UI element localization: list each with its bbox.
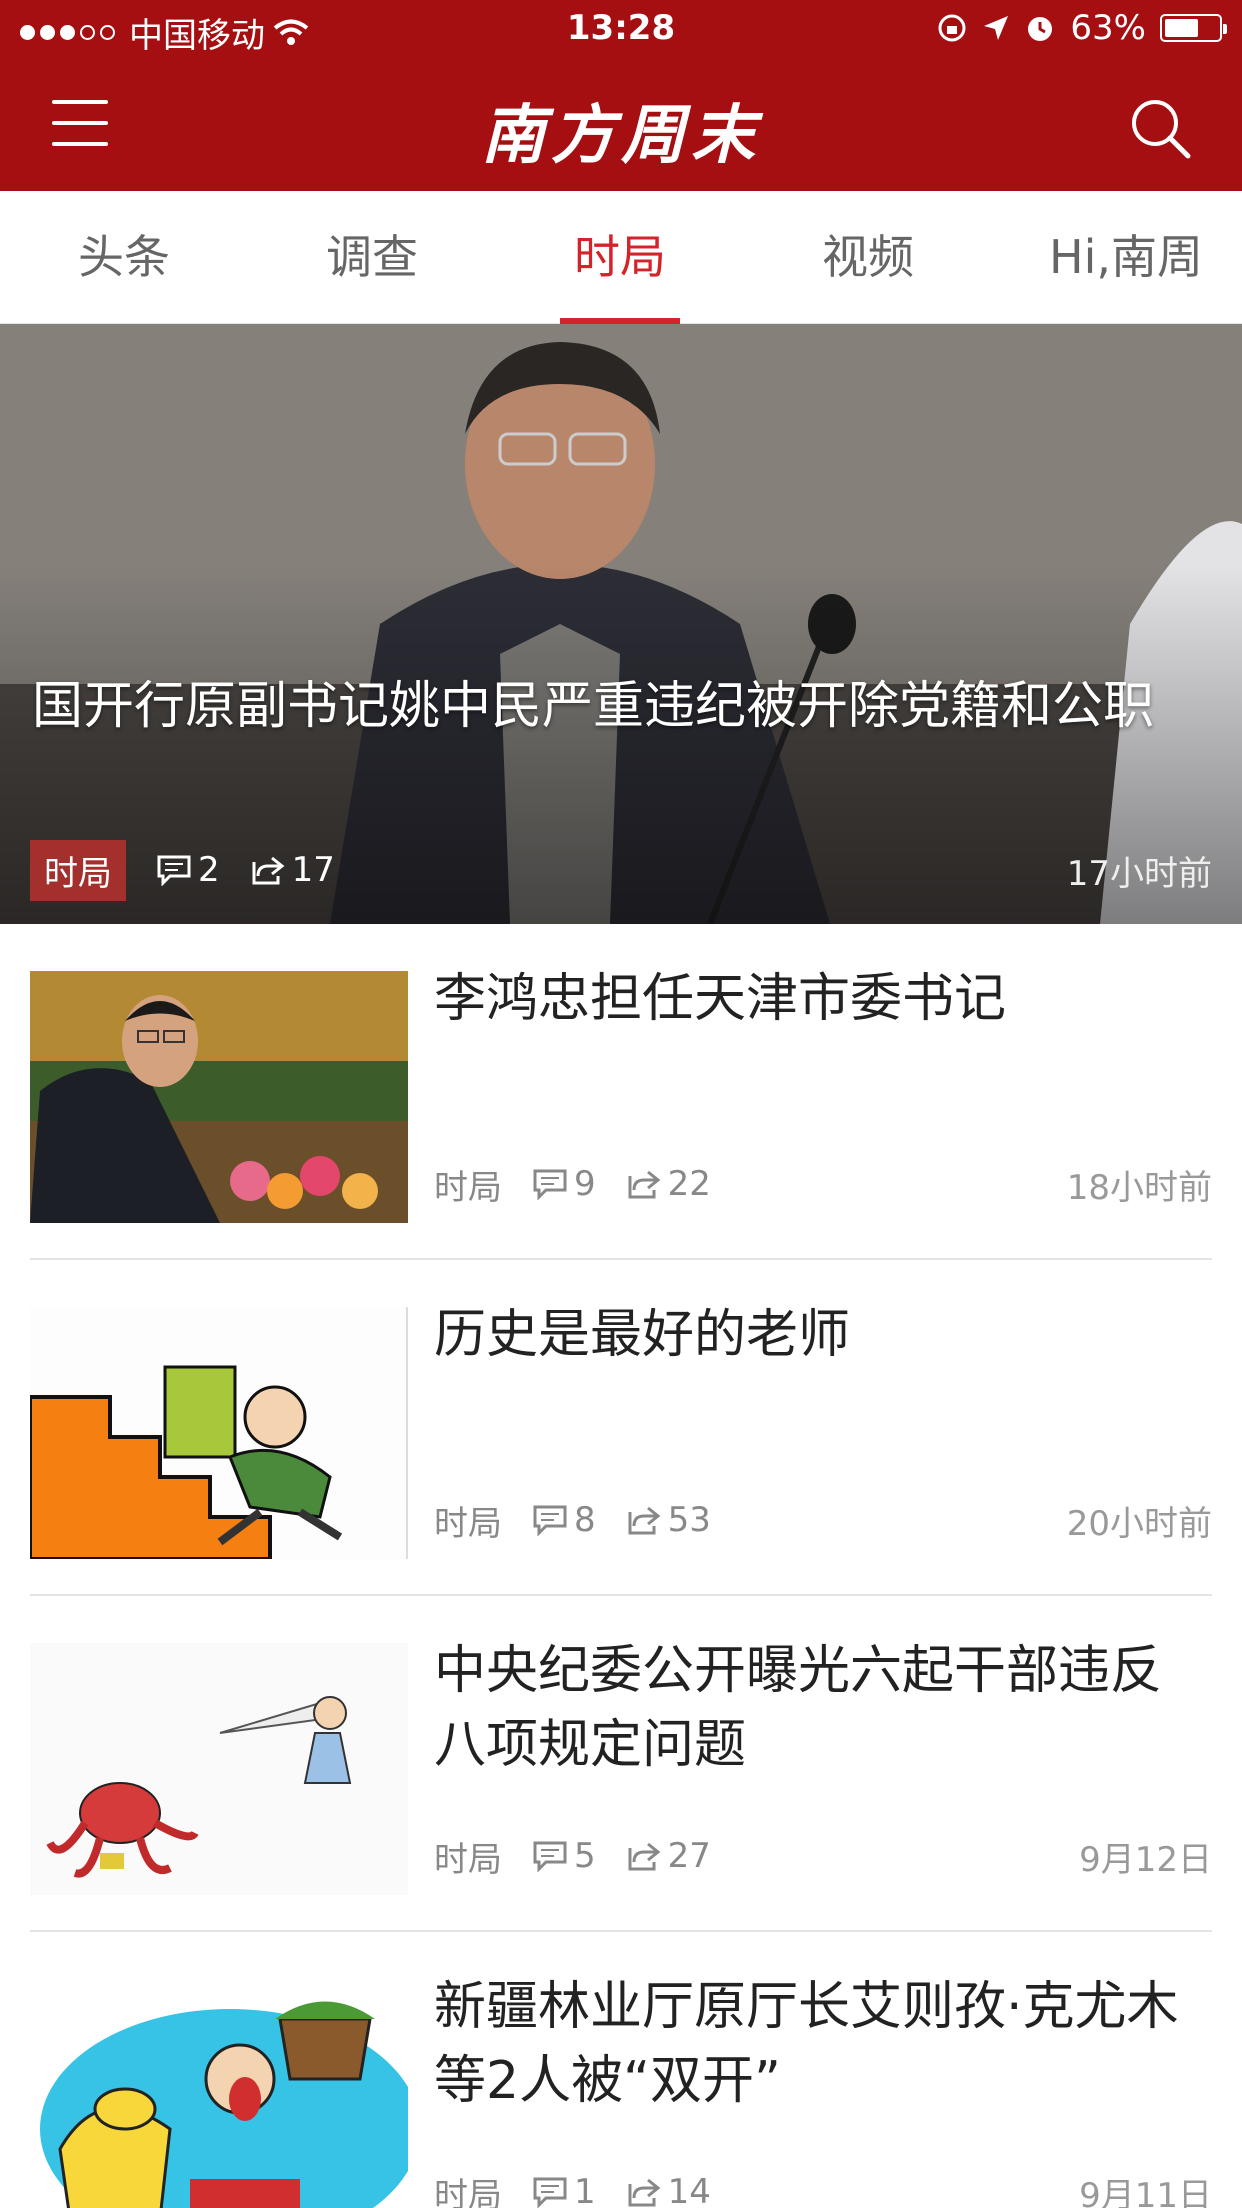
comment-icon (533, 2177, 567, 2208)
article-time: 9月11日 (1079, 2175, 1212, 2208)
battery-icon (1160, 14, 1227, 42)
article-title: 新疆林业厅原厅长艾则孜·克尤木等2人被“双开” (434, 1977, 1179, 2111)
tab-investigation[interactable]: 调查 (272, 191, 472, 324)
share-count: 22 (667, 1164, 711, 1204)
hero-article[interactable]: 国开行原副书记姚中民严重违纪被开除党籍和公职 时局 2 17 17小时前 (0, 324, 1242, 924)
article-category: 时局 (434, 1503, 502, 1544)
comment-icon (533, 1169, 567, 1200)
article-shares: 27 (626, 1836, 711, 1876)
article-thumbnail (30, 971, 408, 1223)
comment-count: 8 (574, 1500, 596, 1540)
tab-video[interactable]: 视频 (768, 191, 968, 324)
article-comments: 9 (532, 1164, 596, 1204)
article-item[interactable]: 李鸿忠担任天津市委书记 时局 9 22 18小时前 (30, 924, 1212, 1260)
category-tabs: 头条 调查 时局 视频 Hi,南周 (0, 191, 1242, 324)
share-icon (628, 1170, 661, 1199)
article-shares: 14 (626, 2172, 711, 2208)
status-right: 63% (936, 8, 1227, 48)
article-item[interactable]: 历史是最好的老师 时局 8 53 20小时前 (30, 1260, 1212, 1596)
share-icon (628, 1506, 661, 1535)
article-thumbnail (30, 1643, 408, 1895)
share-count: 14 (667, 2172, 711, 2208)
tab-hi-nanzhou[interactable]: Hi,南周 (1016, 191, 1236, 324)
article-category: 时局 (434, 2175, 502, 2208)
comment-count: 1 (574, 2172, 596, 2208)
hero-category-badge: 时局 (30, 839, 126, 901)
hero-comments: 2 (156, 850, 220, 890)
article-title: 历史是最好的老师 (434, 1305, 851, 1365)
article-time: 9月12日 (1079, 1839, 1212, 1880)
app-logo: 南方周末 (481, 98, 761, 173)
hero-time: 17小时前 (1066, 853, 1212, 894)
tab-current-affairs[interactable]: 时局 (520, 191, 720, 324)
article-title: 中央纪委公开曝光六起干部违反八项规定问题 (434, 1641, 1163, 1775)
article-thumbnail (30, 1307, 408, 1559)
alarm-icon (1028, 17, 1053, 41)
article-meta: 时局 1 14 9月11日 (434, 2167, 1212, 2208)
status-bar: 中国移动 13:28 63% (0, 0, 1242, 60)
hero-title: 国开行原副书记姚中民严重违纪被开除党籍和公职 (32, 677, 1155, 736)
article-meta: 时局 8 53 20小时前 (434, 1495, 1212, 1545)
article-comments: 1 (532, 2172, 596, 2208)
share-count: 27 (667, 1836, 711, 1876)
share-icon (252, 856, 285, 885)
article-item[interactable]: 新疆林业厅原厅长艾则孜·克尤木等2人被“双开” 时局 1 14 9月11日 (30, 1932, 1212, 2208)
search-icon[interactable] (1128, 96, 1192, 160)
article-item[interactable]: 中央纪委公开曝光六起干部违反八项规定问题 时局 5 27 9月12日 (30, 1596, 1212, 1932)
article-comments: 5 (532, 1836, 596, 1876)
article-time: 20小时前 (1066, 1503, 1212, 1544)
share-count: 53 (667, 1500, 711, 1540)
article-shares: 53 (626, 1500, 711, 1540)
tab-headlines[interactable]: 头条 (24, 191, 224, 324)
hero-comment-count: 2 (198, 850, 220, 890)
article-title: 李鸿忠担任天津市委书记 (434, 969, 1007, 1029)
article-comments: 8 (532, 1500, 596, 1540)
share-icon (628, 1842, 661, 1871)
article-meta: 时局 5 27 9月12日 (434, 1831, 1212, 1881)
article-meta: 时局 9 22 18小时前 (434, 1159, 1212, 1209)
comment-icon (533, 1505, 567, 1536)
share-icon (628, 2178, 661, 2207)
article-category: 时局 (434, 1167, 502, 1208)
hero-meta: 时局 2 17 17小时前 (30, 839, 1212, 901)
hero-shares: 17 (250, 850, 335, 890)
hero-share-count: 17 (291, 850, 335, 890)
app-header: 中国移动 13:28 63% 南方周末 (0, 0, 1242, 191)
battery-percent: 63% (1070, 8, 1146, 48)
comment-count: 5 (574, 1836, 596, 1876)
hero-image (0, 324, 1242, 924)
article-shares: 22 (626, 1164, 711, 1204)
article-time: 18小时前 (1066, 1167, 1212, 1208)
article-thumbnail (30, 1979, 408, 2208)
location-icon (984, 16, 1009, 40)
comment-icon (157, 855, 191, 886)
comment-count: 9 (574, 1164, 596, 1204)
rotation-lock-icon (938, 14, 966, 42)
article-category: 时局 (434, 1839, 502, 1880)
comment-icon (533, 1841, 567, 1872)
